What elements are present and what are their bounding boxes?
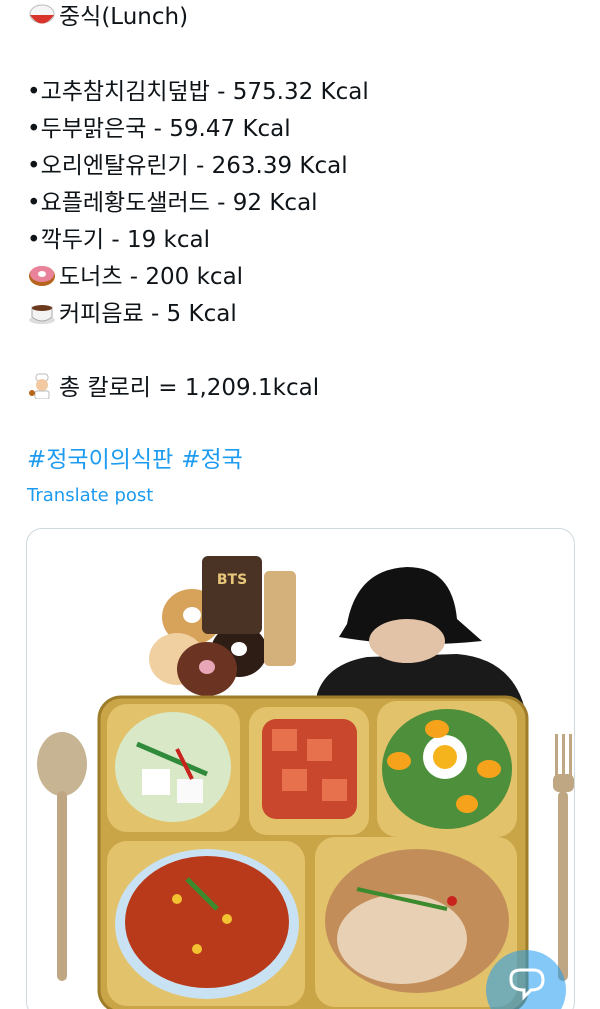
menu-item: •두부맑은국 - 59.47 Kcal (27, 116, 291, 142)
menu-item: •요플레황도샐러드 - 92 Kcal (27, 190, 318, 216)
floating-action-button[interactable] (486, 950, 566, 1009)
menu-item-coffee: 커피음료 - 5 Kcal (27, 299, 237, 329)
cook-icon (29, 373, 50, 399)
chat-bubble-icon (509, 968, 545, 1001)
post-heading-line: 중식(Lunch) (27, 2, 188, 32)
hashtag-link[interactable]: #정국이의식판 (27, 447, 173, 473)
menu-item: •깍두기 - 19 kcal (27, 227, 210, 253)
menu-item: •고추참치김치덮밥 - 575.32 Kcal (27, 79, 369, 105)
post-image[interactable]: BTS (26, 528, 575, 1009)
lunch-tray-illustration: BTS (37, 556, 574, 1009)
hashtag-link[interactable]: #정국 (181, 447, 243, 473)
rice-bowl-icon (29, 4, 55, 24)
hashtags: #정국이의식판 #정국 (27, 445, 251, 475)
total-calories: 총 칼로리 = 1,209.1kcal (59, 375, 320, 401)
donut-icon (29, 266, 55, 286)
can-label: BTS (217, 572, 247, 588)
translate-post-link[interactable]: Translate post (27, 484, 153, 508)
total-calories-line: 총 칼로리 = 1,209.1kcal (27, 373, 319, 403)
menu-item-donut: 도너츠 - 200 kcal (27, 262, 243, 292)
coffee-icon (29, 305, 55, 324)
menu-item: •오리엔탈유린기 - 263.39 Kcal (27, 153, 348, 179)
post-heading: 중식(Lunch) (59, 4, 189, 30)
